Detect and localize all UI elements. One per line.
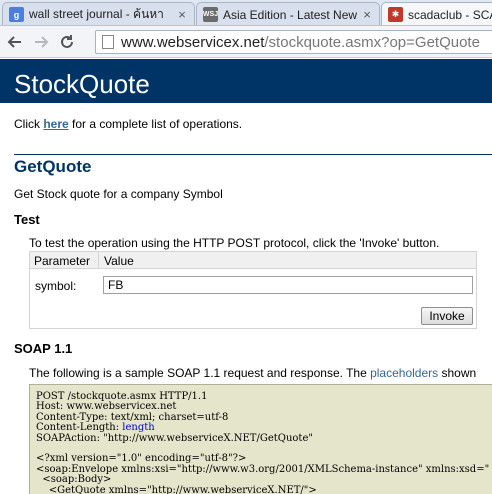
value-column-header: Value [104,254,134,268]
browser-tab-bar: g wall street journal - ค้นหา × WSJ Asia… [0,0,492,26]
browser-tab-wsj-search[interactable]: g wall street journal - ค้นหา × [2,2,195,25]
browser-tab-scadaclub[interactable]: ✱ scadaclub - SCA [381,2,492,25]
reload-icon[interactable] [54,29,80,55]
test-instructions: To test the operation using the HTTP POS… [29,236,440,250]
browser-toolbar: www.webservicex.net/stockquote.asmx?op=G… [0,26,492,58]
code-line: <GetQuote xmlns="http://www.webserviceX.… [36,484,317,494]
symbol-input[interactable] [103,276,473,294]
code-text: Content-Length: [36,422,123,434]
length-placeholder: length [122,422,155,434]
test-heading: Test [14,212,40,227]
tab-title: Asia Edition - Latest New [223,7,357,22]
forward-arrow-icon[interactable] [28,29,54,55]
url-host: www.webservicex.net [121,33,265,51]
parameter-column-header: Parameter [34,254,91,268]
google-g-icon: g [9,7,24,22]
section-divider [14,154,492,155]
browser-tab-asia-edition[interactable]: WSJ Asia Edition - Latest New × [196,2,380,25]
operations-list-link[interactable]: here [43,117,68,131]
symbol-label: symbol: [35,279,77,293]
soap-request-sample: POST /stockquote.asmx HTTP/1.1 Host: www.… [29,384,492,494]
url-path: /stockquote.asmx?op=GetQuote [264,33,480,51]
joomla-icon: ✱ [388,7,403,22]
tab-title: wall street journal - ค้นหา [29,7,164,21]
intro-text: Click here for a complete list of operat… [14,117,242,131]
code-line: SOAPAction: "http://www.webserviceX.NET/… [36,432,313,444]
back-arrow-icon[interactable] [2,29,28,55]
soap-description: The following is a sample SOAP 1.1 reque… [29,366,476,380]
service-banner: StockQuote [0,59,492,103]
intro-before: Click [14,117,44,131]
soap-text-after: shown [438,366,477,380]
tab-title: scadaclub - SCA [408,7,492,22]
close-icon[interactable]: × [176,7,188,22]
wsj-icon: WSJ [203,7,218,22]
address-bar[interactable]: www.webservicex.net/stockquote.asmx?op=G… [95,30,492,54]
soap-text-before: The following is a sample SOAP 1.1 reque… [29,366,371,380]
test-form: Parameter Value symbol: Invoke [29,251,477,329]
close-icon[interactable]: × [361,7,373,22]
invoke-button[interactable]: Invoke [421,307,473,325]
service-title: StockQuote [14,69,150,99]
parameter-table-header: Parameter Value [30,252,476,269]
placeholders-link[interactable]: placeholders [370,366,438,380]
page-icon [102,35,114,49]
operation-description: Get Stock quote for a company Symbol [14,187,223,201]
operation-title: GetQuote [14,157,92,176]
soap-heading: SOAP 1.1 [14,341,73,356]
column-separator [98,252,99,269]
intro-after: for a complete list of operations. [68,117,243,131]
